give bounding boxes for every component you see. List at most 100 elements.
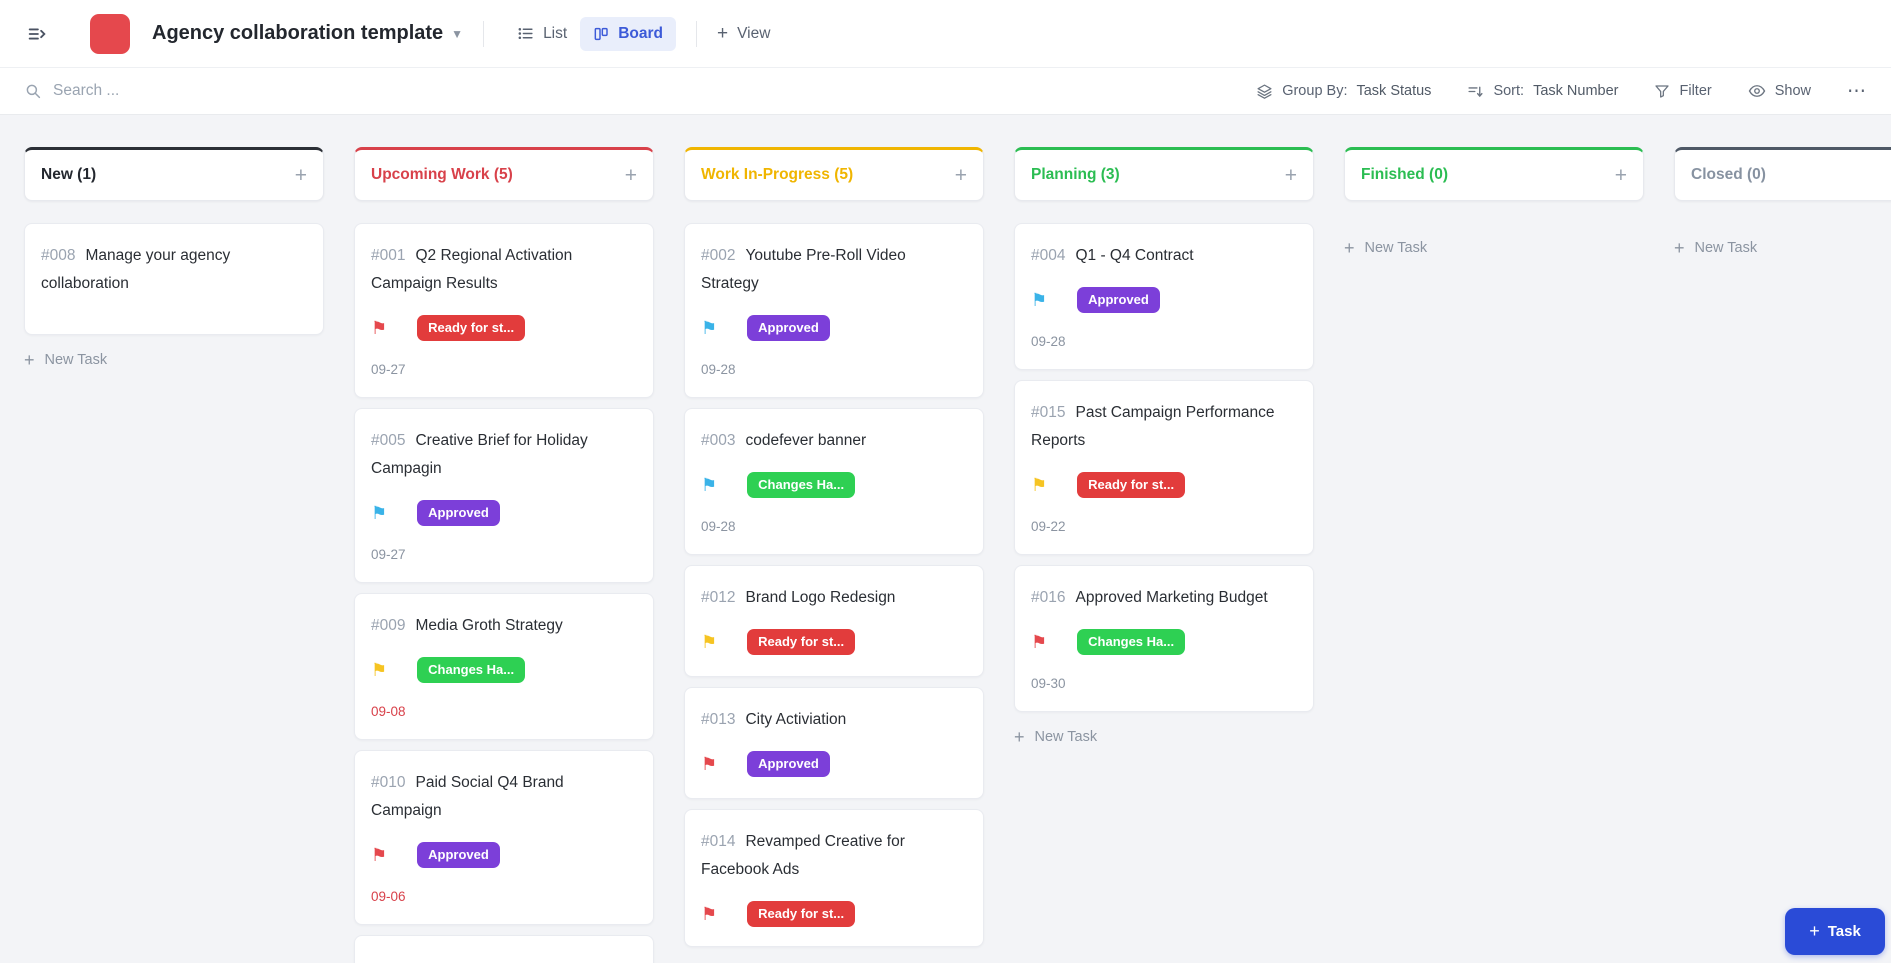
eye-icon xyxy=(1748,82,1766,100)
task-card[interactable] xyxy=(354,935,654,963)
due-date: 09-28 xyxy=(701,517,967,536)
plus-icon: + xyxy=(1014,728,1025,746)
task-card[interactable]: #004Q1 - Q4 Contract ⚑ Approved 09-28 xyxy=(1014,223,1314,370)
status-badge[interactable]: Approved xyxy=(747,315,830,341)
task-card[interactable]: #003codefever banner ⚑ Changes Ha... 09-… xyxy=(684,408,984,555)
divider xyxy=(483,21,484,47)
show-control[interactable]: Show xyxy=(1748,82,1811,100)
add-view-label: View xyxy=(737,25,770,43)
task-card[interactable]: #002Youtube Pre-Roll Video Strategy ⚑ Ap… xyxy=(684,223,984,398)
board-column: Work In-Progress (5) + #002Youtube Pre-R… xyxy=(684,147,984,963)
priority-flag-icon[interactable]: ⚑ xyxy=(371,846,387,864)
tab-board-label: Board xyxy=(618,25,663,43)
status-badge[interactable]: Changes Ha... xyxy=(1077,629,1185,655)
task-card[interactable]: #005Creative Brief for Holiday Campagin … xyxy=(354,408,654,583)
priority-flag-icon[interactable]: ⚑ xyxy=(1031,633,1047,651)
priority-flag-icon[interactable]: ⚑ xyxy=(701,319,717,337)
status-badge[interactable]: Approved xyxy=(417,842,500,868)
new-task-label: New Task xyxy=(1695,240,1758,256)
plus-icon: + xyxy=(24,351,35,369)
tab-board[interactable]: Board xyxy=(580,17,676,51)
status-badge[interactable]: Approved xyxy=(747,751,830,777)
task-title: codefever banner xyxy=(745,432,866,449)
toolbar-controls: Group By: Task Status Sort: Task Number … xyxy=(1256,80,1867,103)
task-card[interactable]: #016Approved Marketing Budget ⚑ Changes … xyxy=(1014,565,1314,712)
plus-icon: + xyxy=(717,24,728,43)
priority-flag-icon[interactable]: ⚑ xyxy=(371,319,387,337)
new-task-link[interactable]: + New Task xyxy=(1014,728,1314,746)
add-task-button[interactable]: + Task xyxy=(1785,908,1885,955)
priority-flag-icon[interactable]: ⚑ xyxy=(701,905,717,923)
new-task-link[interactable]: + New Task xyxy=(24,351,324,369)
add-task-icon[interactable]: + xyxy=(295,165,307,186)
status-badge[interactable]: Approved xyxy=(1077,287,1160,313)
task-card[interactable]: #013City Activiation ⚑ Approved xyxy=(684,687,984,799)
sidebar-toggle-icon[interactable] xyxy=(22,19,52,49)
column-header: Planning (3) + xyxy=(1014,147,1314,201)
priority-flag-icon[interactable]: ⚑ xyxy=(371,504,387,522)
due-date: 09-08 xyxy=(371,702,637,721)
task-id: #005 xyxy=(371,432,405,449)
column-header: New (1) + xyxy=(24,147,324,201)
filter-control[interactable]: Filter xyxy=(1654,83,1711,99)
task-card[interactable]: #014Revamped Creative for Facebook Ads ⚑… xyxy=(684,809,984,947)
divider xyxy=(696,21,697,47)
priority-flag-icon[interactable]: ⚑ xyxy=(701,476,717,494)
priority-flag-icon[interactable]: ⚑ xyxy=(1031,476,1047,494)
new-task-link[interactable]: + New Task xyxy=(1674,239,1891,257)
board-icon xyxy=(593,26,609,42)
page-title[interactable]: Agency collaboration template xyxy=(152,22,443,45)
column-header: Upcoming Work (5) + xyxy=(354,147,654,201)
group-by-control[interactable]: Group By: Task Status xyxy=(1256,83,1431,100)
workspace-logo[interactable] xyxy=(90,14,130,54)
more-options-icon[interactable]: ⋯ xyxy=(1847,80,1867,103)
status-badge[interactable]: Changes Ha... xyxy=(747,472,855,498)
add-task-label: Task xyxy=(1828,923,1861,940)
tab-list-label: List xyxy=(543,25,567,43)
add-task-icon[interactable]: + xyxy=(1285,165,1297,186)
tab-list[interactable]: List xyxy=(504,17,580,51)
search-input[interactable] xyxy=(53,82,373,100)
task-id: #013 xyxy=(701,711,735,728)
new-task-link[interactable]: + New Task xyxy=(1344,239,1644,257)
task-id: #016 xyxy=(1031,589,1065,606)
status-badge[interactable]: Ready for st... xyxy=(747,629,855,655)
status-badge[interactable]: Approved xyxy=(417,500,500,526)
priority-flag-icon[interactable]: ⚑ xyxy=(1031,291,1047,309)
title-dropdown-caret-icon[interactable]: ▼ xyxy=(451,27,463,41)
status-badge[interactable]: Changes Ha... xyxy=(417,657,525,683)
task-card[interactable]: #012Brand Logo Redesign ⚑ Ready for st..… xyxy=(684,565,984,677)
task-card[interactable]: #009Media Groth Strategy ⚑ Changes Ha...… xyxy=(354,593,654,740)
add-view-button[interactable]: + View xyxy=(717,24,770,43)
task-card[interactable]: #008Manage your agency collaboration xyxy=(24,223,324,335)
filter-label: Filter xyxy=(1679,83,1711,99)
task-card[interactable]: #010Paid Social Q4 Brand Campaign ⚑ Appr… xyxy=(354,750,654,925)
due-date: 09-27 xyxy=(371,545,637,564)
column-header: Closed (0) + xyxy=(1674,147,1891,201)
new-task-label: New Task xyxy=(1365,240,1428,256)
due-date: 09-27 xyxy=(371,360,637,379)
search-icon xyxy=(24,82,42,100)
priority-flag-icon[interactable]: ⚑ xyxy=(701,633,717,651)
priority-flag-icon[interactable]: ⚑ xyxy=(701,755,717,773)
task-id: #012 xyxy=(701,589,735,606)
add-task-icon[interactable]: + xyxy=(955,165,967,186)
status-badge[interactable]: Ready for st... xyxy=(417,315,525,341)
sort-control[interactable]: Sort: Task Number xyxy=(1467,83,1618,100)
show-label: Show xyxy=(1775,83,1811,99)
column-cards: #004Q1 - Q4 Contract ⚑ Approved 09-28 #0… xyxy=(1014,223,1314,712)
due-date: 09-22 xyxy=(1031,517,1297,536)
status-badge[interactable]: Ready for st... xyxy=(747,901,855,927)
task-card[interactable]: #001Q2 Regional Activation Campaign Resu… xyxy=(354,223,654,398)
task-card[interactable]: #015Past Campaign Performance Reports ⚑ … xyxy=(1014,380,1314,555)
task-id: #002 xyxy=(701,247,735,264)
task-title: Media Groth Strategy xyxy=(415,617,562,634)
column-title: Closed (0) xyxy=(1691,166,1766,184)
add-task-icon[interactable]: + xyxy=(625,165,637,186)
status-badge[interactable]: Ready for st... xyxy=(1077,472,1185,498)
plus-icon: + xyxy=(1674,239,1685,257)
layers-icon xyxy=(1256,83,1273,100)
list-icon xyxy=(517,25,534,42)
priority-flag-icon[interactable]: ⚑ xyxy=(371,661,387,679)
add-task-icon[interactable]: + xyxy=(1615,165,1627,186)
